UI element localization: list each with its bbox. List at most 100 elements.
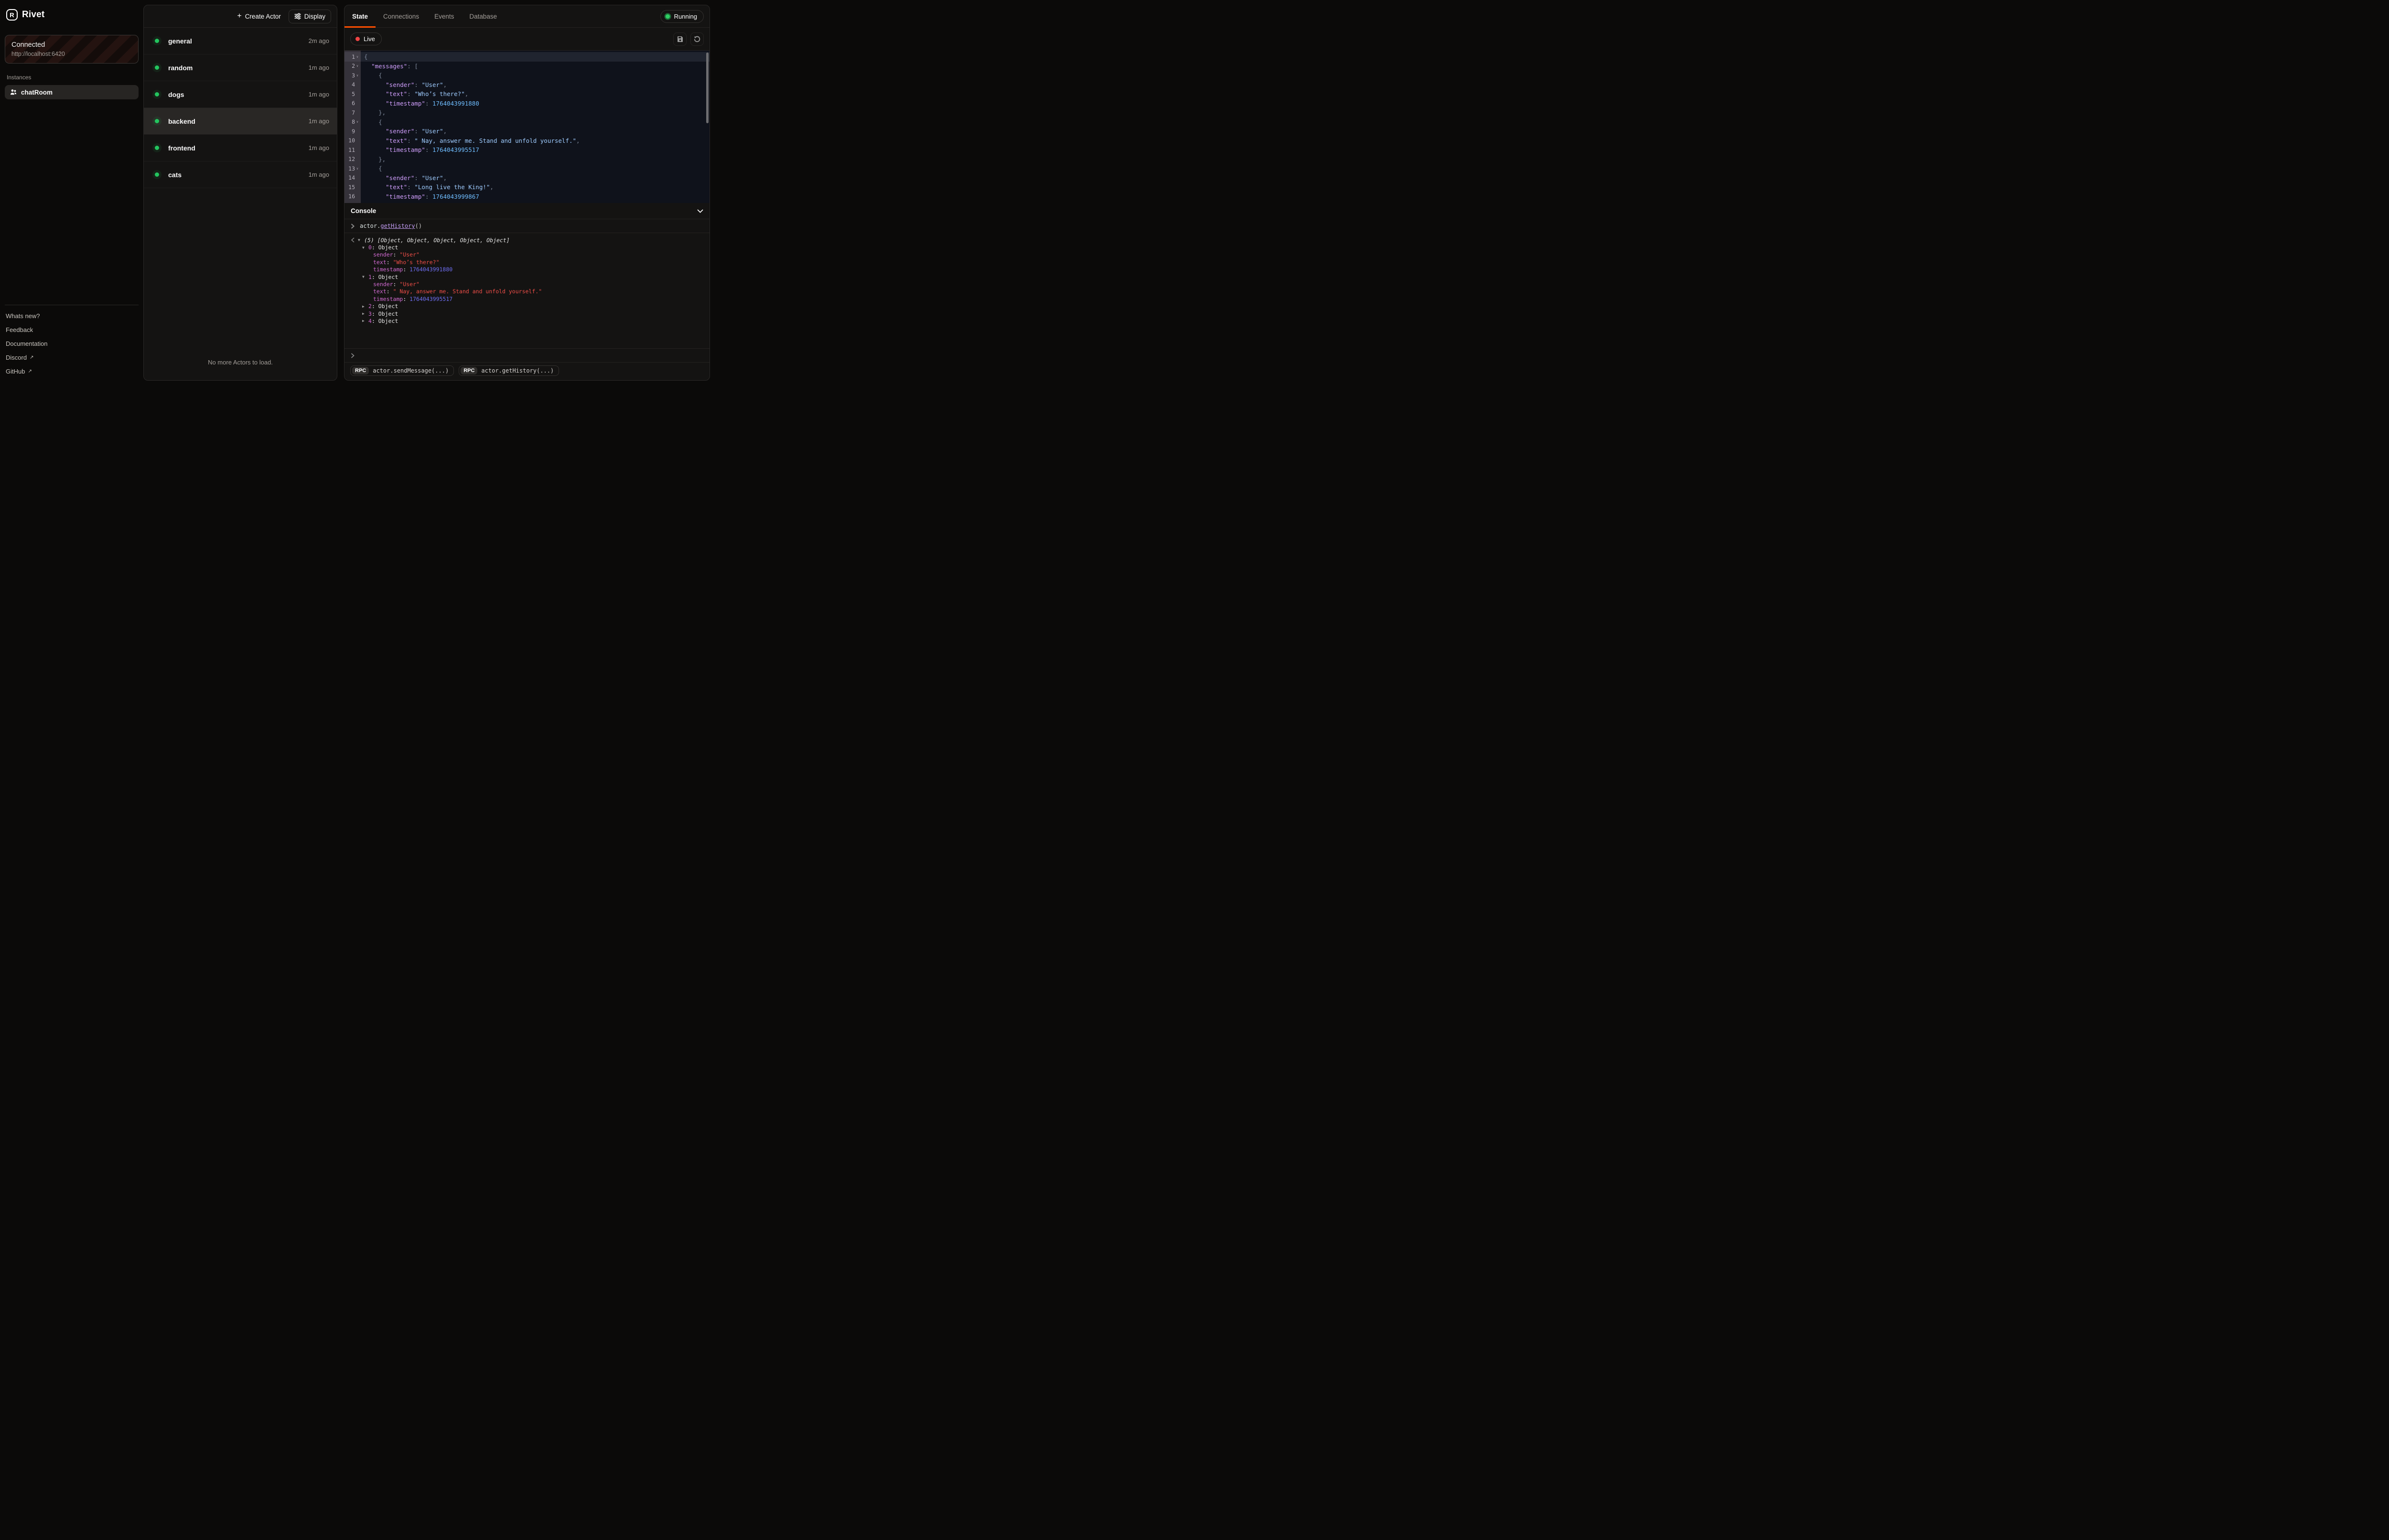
- console-object-row[interactable]: ▶2: Object: [351, 303, 703, 310]
- code-line-11: "timestamp": 1764043995517: [361, 145, 710, 155]
- console-title: Console: [351, 207, 376, 214]
- line-number: 16: [348, 193, 355, 200]
- live-badge[interactable]: Live: [350, 32, 382, 45]
- gutter-line-2: 2∨: [344, 62, 361, 71]
- sidebar-footer-link-whatsnew[interactable]: Whats new?: [5, 309, 139, 323]
- gutter-line-7: 7: [344, 108, 361, 118]
- collapse-triangle-icon[interactable]: ▼: [362, 275, 368, 279]
- expand-triangle-icon[interactable]: ▶: [362, 304, 368, 309]
- command-args: (): [415, 223, 422, 229]
- console-object-row[interactable]: ▶4: Object: [351, 317, 703, 324]
- instance-label: chatRoom: [21, 89, 53, 96]
- actor-row-frontend[interactable]: frontend1m ago: [144, 135, 337, 161]
- property-colon: :: [387, 288, 393, 295]
- external-link-icon: ↗: [30, 355, 33, 360]
- token: [364, 100, 386, 107]
- object-label: : Object: [372, 244, 398, 251]
- actor-row-backend[interactable]: backend1m ago: [144, 108, 337, 135]
- state-json-editor[interactable]: 1∨2∨3∨45678∨910111213∨14151617 { "messag…: [344, 50, 710, 203]
- rpc-button-actor-getHistory-[interactable]: RPCactor.getHistory(...): [459, 365, 559, 376]
- actor-name: backend: [168, 118, 195, 125]
- actor-row-dogs[interactable]: dogs1m ago: [144, 81, 337, 108]
- actor-status-dot-icon: [155, 146, 159, 150]
- token: [364, 146, 386, 153]
- console-object-row[interactable]: ▶3: Object: [351, 310, 703, 317]
- reset-state-button[interactable]: [690, 32, 704, 46]
- tab-events[interactable]: Events: [427, 5, 462, 27]
- create-actor-button[interactable]: + Create Actor: [237, 12, 280, 20]
- actor-last-active: 2m ago: [309, 37, 329, 44]
- tab-database[interactable]: Database: [462, 5, 505, 27]
- line-number: 7: [352, 109, 355, 116]
- editor-gutter: 1∨2∨3∨45678∨910111213∨14151617: [344, 51, 361, 203]
- console-property-row: timestamp: 1764043991880: [351, 266, 703, 273]
- actor-name: frontend: [168, 144, 195, 152]
- gutter-line-10: 10: [344, 136, 361, 146]
- token: "sender": [386, 174, 414, 182]
- console-object-row[interactable]: ▼0: Object: [351, 244, 703, 251]
- token: :: [414, 174, 421, 182]
- detail-tabs: StateConnectionsEventsDatabase Running: [344, 5, 710, 28]
- token: }: [378, 202, 382, 203]
- code-line-4: "sender": "User",: [361, 80, 710, 90]
- token: : [: [407, 63, 418, 70]
- fold-chevron-icon[interactable]: ∨: [355, 120, 360, 124]
- fold-chevron-icon[interactable]: ∨: [355, 74, 360, 77]
- sidebar-item-chatroom[interactable]: chatRoom: [5, 85, 139, 99]
- connection-status-card: Connected http://localhost:6420: [5, 35, 139, 64]
- code-line-2: "messages": [: [361, 62, 710, 71]
- actor-list: general2m agorandom1m agodogs1m agobacke…: [144, 28, 337, 348]
- status-badge-label: Running: [674, 13, 697, 20]
- sidebar-footer-link-discord[interactable]: Discord↗: [5, 351, 139, 364]
- rpc-button-actor-sendMessage-[interactable]: RPCactor.sendMessage(...): [350, 365, 454, 376]
- line-number: 14: [348, 174, 355, 181]
- code-line-14: "sender": "User",: [361, 173, 710, 183]
- result-summary-text: (5) [Object, Object, Object, Object, Obj…: [364, 237, 510, 244]
- sidebar-footer-link-documentation[interactable]: Documentation: [5, 337, 139, 351]
- token: ,: [443, 81, 447, 88]
- property-key: timestamp: [373, 266, 403, 273]
- token: " Nay, answer me. Stand and unfold yours…: [414, 137, 576, 144]
- line-number: 8: [352, 118, 355, 125]
- save-state-button[interactable]: [673, 32, 687, 46]
- console-input-row[interactable]: [344, 348, 710, 362]
- expand-triangle-icon[interactable]: ▶: [362, 311, 368, 316]
- actors-header: + Create Actor Display: [144, 5, 337, 28]
- collapse-triangle-icon[interactable]: ▼: [362, 246, 368, 250]
- actor-row-random[interactable]: random1m ago: [144, 54, 337, 81]
- gutter-line-11: 11: [344, 145, 361, 155]
- tab-connections[interactable]: Connections: [376, 5, 427, 27]
- code-line-16: "timestamp": 1764043999867: [361, 192, 710, 202]
- editor-scrollbar[interactable]: [706, 53, 709, 123]
- code-line-12: },: [361, 155, 710, 164]
- actor-name: cats: [168, 171, 182, 179]
- console-property-row: sender: "User": [351, 280, 703, 288]
- token: "Long live the King!": [414, 183, 490, 191]
- console-object-row[interactable]: ▼1: Object: [351, 273, 703, 280]
- gutter-line-1: 1∨: [344, 52, 361, 62]
- sidebar-footer-link-feedback[interactable]: Feedback: [5, 323, 139, 337]
- token: :: [425, 193, 432, 200]
- gutter-line-13: 13∨: [344, 164, 361, 173]
- token: ,: [490, 183, 494, 191]
- fold-chevron-icon[interactable]: ∨: [355, 55, 360, 59]
- token: 1764043999867: [432, 193, 479, 200]
- actor-status-dot-icon: [155, 39, 159, 43]
- expand-triangle-icon[interactable]: ▶: [362, 319, 368, 323]
- property-colon: :: [403, 296, 409, 302]
- fold-chevron-icon[interactable]: ∨: [355, 64, 360, 68]
- actor-last-active: 1m ago: [309, 64, 329, 71]
- console-header[interactable]: Console: [344, 203, 710, 219]
- tab-state[interactable]: State: [344, 5, 376, 27]
- actor-row-cats[interactable]: cats1m ago: [144, 161, 337, 188]
- object-index: 2: [368, 303, 372, 310]
- display-button[interactable]: Display: [289, 10, 331, 23]
- line-number: 9: [352, 128, 355, 135]
- footer-link-label: Whats new?: [6, 312, 40, 320]
- expand-triangle-icon[interactable]: ▼: [358, 238, 364, 242]
- token: :: [414, 81, 421, 88]
- fold-chevron-icon[interactable]: ∨: [355, 167, 360, 171]
- actor-name: dogs: [168, 91, 184, 98]
- sidebar-footer-link-github[interactable]: GitHub↗: [5, 364, 139, 378]
- actor-row-general[interactable]: general2m ago: [144, 28, 337, 54]
